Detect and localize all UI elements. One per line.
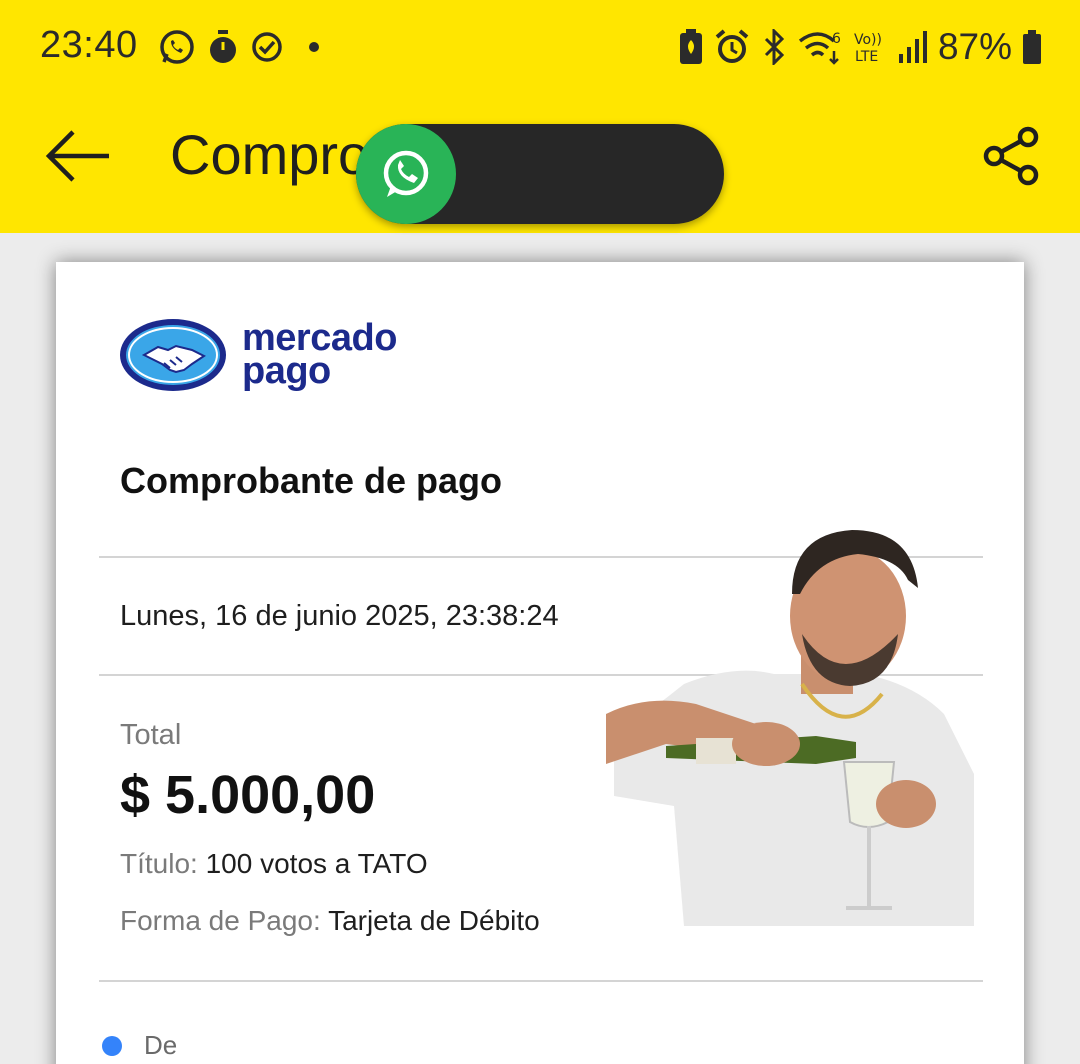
whatsapp-floating-bubble[interactable] bbox=[356, 124, 724, 224]
wifi-6-icon: 6 bbox=[798, 29, 842, 65]
receipt-date: Lunes, 16 de junio 2025, 23:38:24 bbox=[120, 600, 559, 632]
receipt-card: mercado pago Comprobante de pago Lunes, … bbox=[56, 262, 1024, 1064]
battery-icon bbox=[1022, 29, 1042, 65]
back-button[interactable] bbox=[40, 122, 116, 190]
timeline-dot bbox=[102, 1035, 122, 1056]
status-time: 23:40 bbox=[40, 24, 138, 66]
status-system-icons: 6 Vo)) LTE 87% bbox=[678, 26, 1042, 68]
person-sticker-image bbox=[606, 524, 974, 926]
alarm-icon bbox=[714, 29, 750, 65]
from-row: De bbox=[102, 1030, 177, 1061]
status-bar: 23:40 6 Vo)) LTE 87% bbox=[0, 0, 1080, 95]
total-label: Total bbox=[120, 719, 182, 751]
bluetooth-icon bbox=[760, 29, 788, 65]
battery-saver-icon bbox=[678, 28, 704, 66]
receipt-title: Comprobante de pago bbox=[120, 460, 503, 501]
status-notification-icons bbox=[158, 28, 320, 66]
title-detail: Título: 100 votos a TATO bbox=[120, 848, 428, 880]
svg-text:LTE: LTE bbox=[855, 49, 878, 65]
whatsapp-bubble-button[interactable] bbox=[356, 124, 456, 224]
logo-line-2: pago bbox=[242, 350, 331, 392]
stopwatch-icon bbox=[206, 28, 240, 66]
handshake-logo-icon bbox=[118, 317, 228, 393]
payment-method-value: Tarjeta de Débito bbox=[328, 905, 540, 936]
whatsapp-icon bbox=[158, 28, 196, 66]
share-button[interactable] bbox=[980, 122, 1044, 190]
volte-icon: Vo)) LTE bbox=[852, 29, 888, 65]
page-title: Compro bbox=[170, 123, 370, 186]
from-label: De bbox=[144, 1030, 178, 1060]
share-icon bbox=[982, 126, 1042, 186]
arrow-left-icon bbox=[45, 130, 111, 182]
title-detail-label: Título: bbox=[120, 848, 198, 879]
logo-wordmark: mercado pago bbox=[242, 319, 397, 392]
total-amount: $ 5.000,00 bbox=[120, 765, 376, 825]
battery-percent: 87% bbox=[937, 26, 1012, 67]
svg-text:6: 6 bbox=[832, 31, 841, 47]
whatsapp-icon bbox=[379, 147, 433, 201]
dot-icon bbox=[308, 41, 320, 53]
mercado-pago-logo: mercado pago bbox=[118, 317, 397, 393]
task-check-icon bbox=[250, 30, 284, 64]
title-detail-value: 100 votos a TATO bbox=[205, 848, 428, 879]
svg-text:Vo)): Vo)) bbox=[854, 32, 882, 48]
divider bbox=[99, 980, 983, 982]
payment-method-detail: Forma de Pago: Tarjeta de Débito bbox=[120, 905, 540, 937]
signal-icon bbox=[898, 30, 928, 64]
payment-method-label: Forma de Pago: bbox=[120, 905, 321, 936]
